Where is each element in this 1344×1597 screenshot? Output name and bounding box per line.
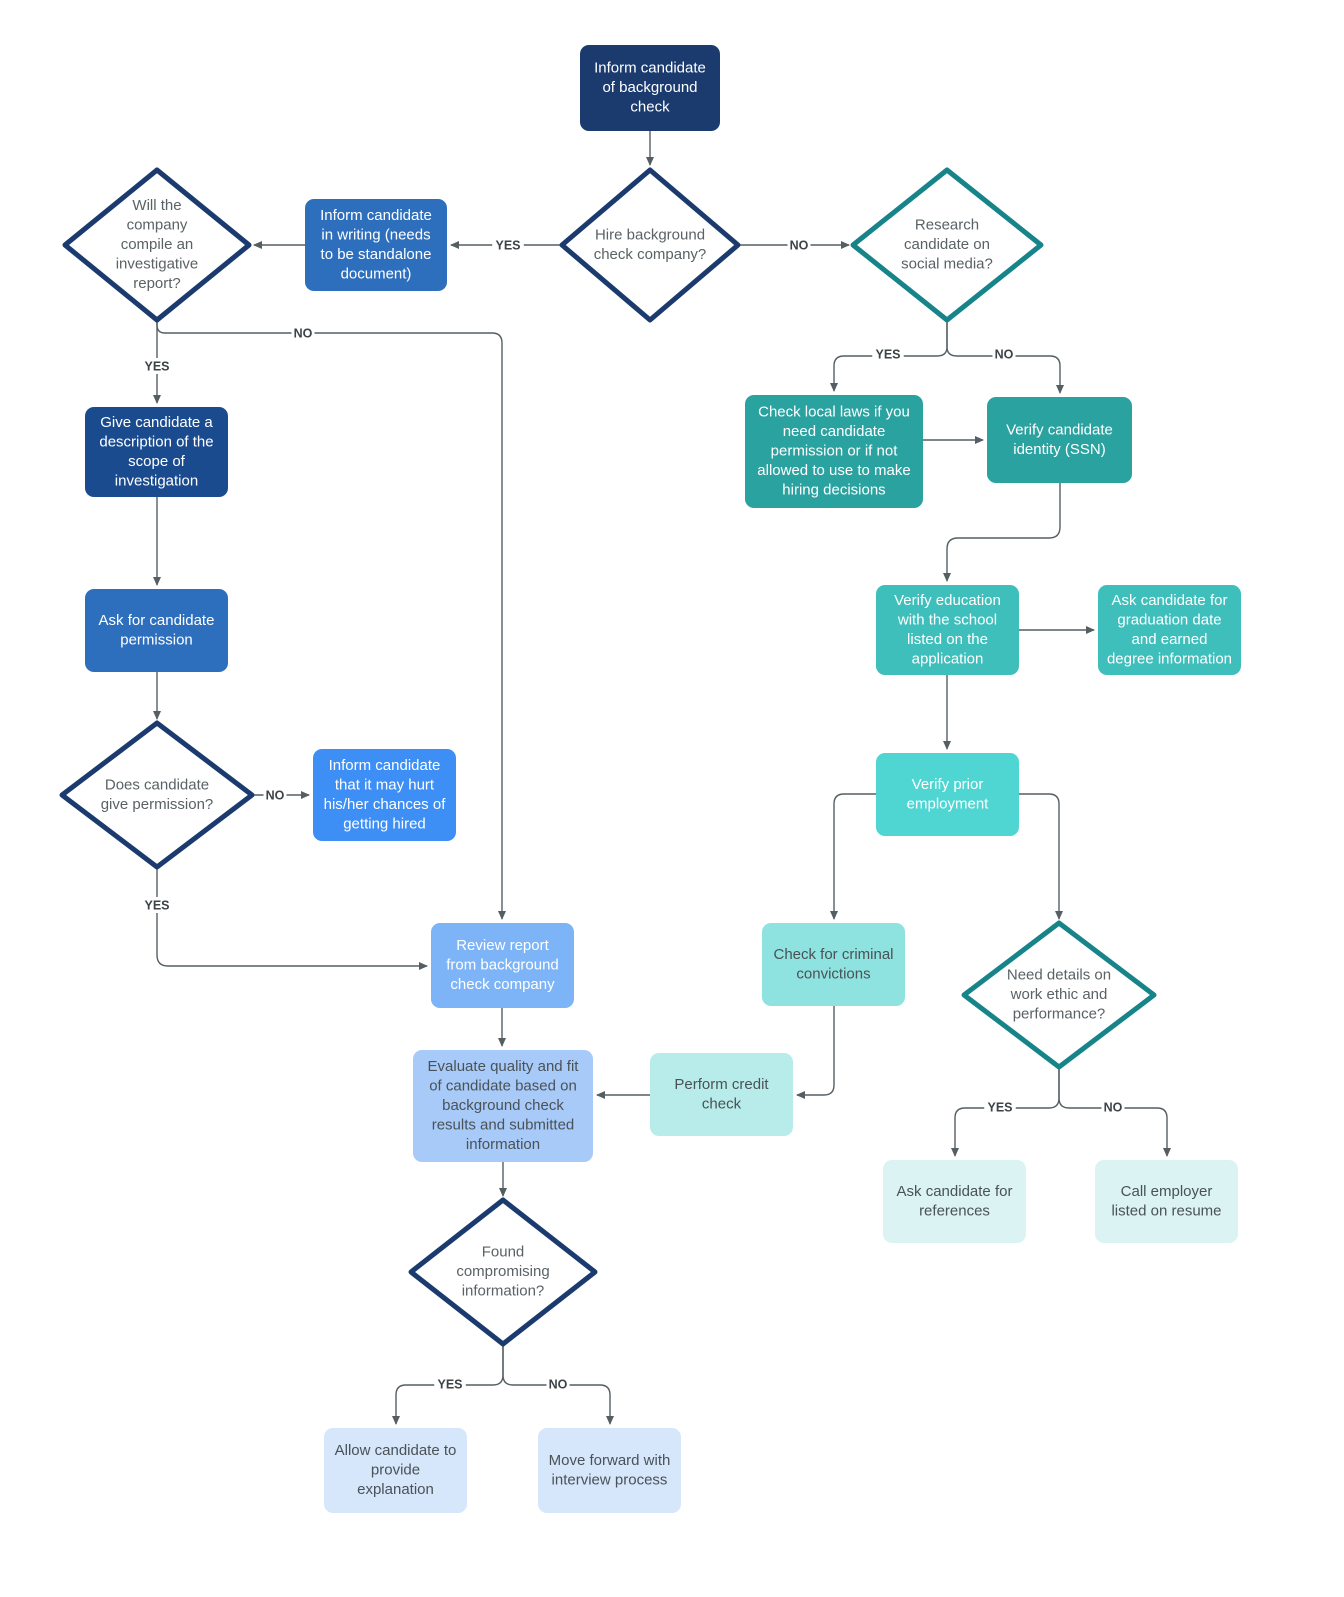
flow-node[interactable]: Verify prior employment [876,753,1019,836]
edge-label: NO [995,347,1014,361]
flow-node[interactable]: Verify candidate identity (SSN) [987,397,1132,483]
edge-label: YES [144,898,169,912]
flowchart-canvas: Inform candidate of background check Hire b… [0,0,1344,1597]
flow-node[interactable]: Move forward with interview process [538,1428,681,1513]
flow-node[interactable]: Inform candidate in writing (needs to be s… [305,199,447,291]
edge-label: NO [549,1377,568,1391]
nodes-layer: Inform candidate of background check Hire b… [59,45,1241,1513]
flow-node[interactable]: Check local laws if you need candidate per… [745,395,923,508]
flow-node[interactable]: Evaluate quality and fit of candidate bas… [413,1050,593,1162]
edge-label: NO [266,788,285,802]
flow-node[interactable]: Will the company compile an investigative re… [62,167,252,323]
flow-node[interactable]: Verify education with the school listed on… [876,585,1019,675]
edge-label: YES [875,347,900,361]
edge-label: NO [294,326,313,340]
flowchart-svg: Inform candidate of background check Hire b… [59,45,1241,1513]
node-label: Research candidate on social media? [901,216,993,272]
flow-edge [1019,793,1063,920]
flow-edge [943,483,1061,582]
flow-node[interactable]: Ask for candidate permission [85,589,228,672]
flow-edge [830,793,876,920]
node-label: Need details on work ethic and performance… [1007,966,1111,1022]
node-label: Review report from background check compan… [446,937,559,993]
flow-edge [796,1006,835,1099]
flow-node[interactable]: Does candidate give permission? [59,720,255,870]
flow-node[interactable]: Inform candidate that it may hurt his/her … [313,749,456,841]
flow-node[interactable]: Give candidate a description of the scope … [85,407,228,497]
flow-node[interactable]: Perform credit check [650,1053,793,1136]
flow-node[interactable]: Ask candidate for references [883,1160,1026,1243]
flow-node[interactable]: Review report from background check compan… [431,923,574,1008]
flow-node[interactable]: Call employer listed on resume [1095,1160,1238,1243]
flow-node[interactable]: Allow candidate to provide explanation [324,1428,467,1513]
flow-edge [156,867,428,970]
flow-node[interactable]: Hire background check company? [559,167,741,323]
flow-node[interactable]: Need details on work ethic and performance… [961,920,1157,1070]
edge-label: NO [1104,1100,1123,1114]
edge-label: YES [144,359,169,373]
flow-node[interactable]: Ask candidate for graduation date and earn… [1098,585,1241,675]
flow-node[interactable]: Research candidate on social media? [850,167,1044,323]
edge-label: YES [495,238,520,252]
flow-node[interactable]: Found compromising information? [408,1197,598,1347]
flow-node[interactable]: Check for criminal convictions [762,923,905,1006]
edge-label: NO [790,238,809,252]
edge-label: YES [437,1377,462,1391]
edge-label: YES [987,1100,1012,1114]
flow-node[interactable]: Inform candidate of background check [580,45,720,131]
